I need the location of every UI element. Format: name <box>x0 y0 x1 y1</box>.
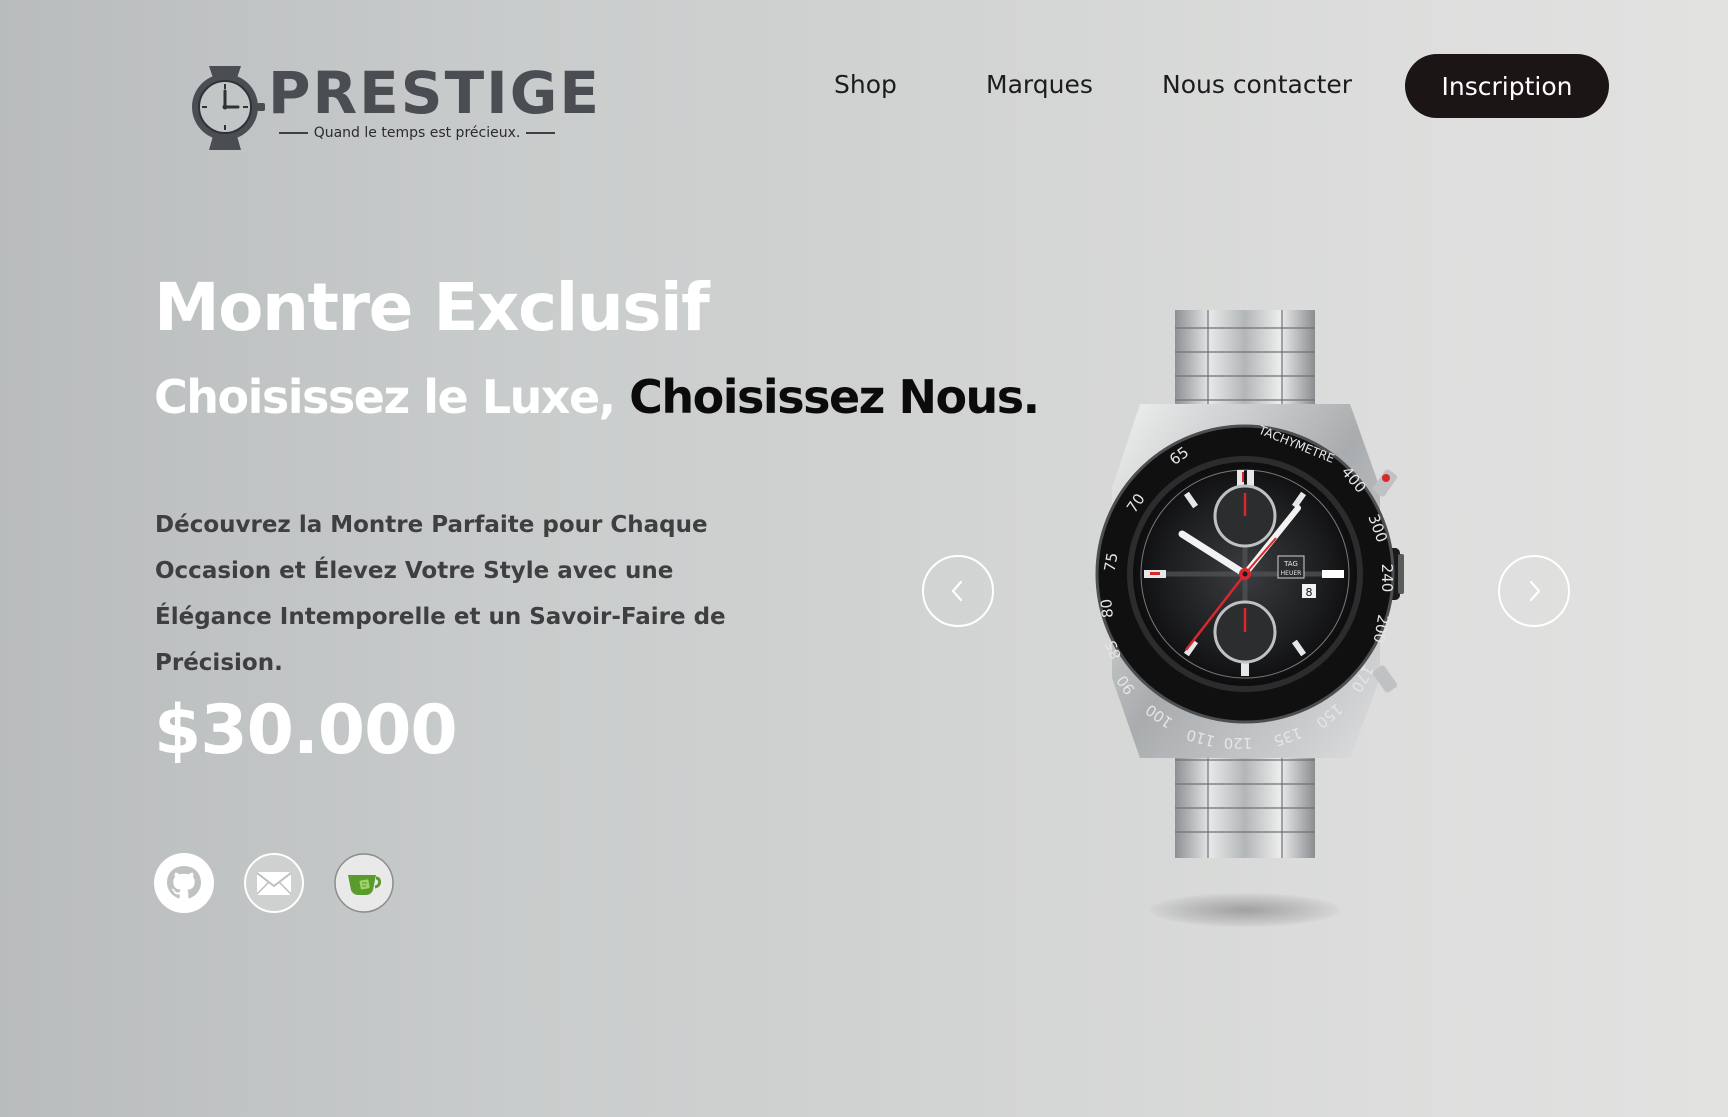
logo-wordmark: PRESTIGE <box>268 59 601 127</box>
chevron-left-icon <box>951 580 963 602</box>
nav-contact-link[interactable]: Nous contacter <box>1162 70 1352 99</box>
svg-text:120: 120 <box>1224 734 1253 752</box>
mail-icon[interactable] <box>244 853 304 913</box>
product-watch-image: 65 70 75 80 85 90 100 110 120 135 150 17… <box>1095 310 1404 858</box>
hero-subtitle: Choisissez le Luxe, Choisissez Nous. <box>154 370 1040 424</box>
svg-text:HEUER: HEUER <box>1281 570 1302 577</box>
hero-subtitle-dark: Choisissez Nous. <box>629 370 1040 424</box>
svg-text:TAG: TAG <box>1283 560 1298 568</box>
hero-title: Montre Exclusif <box>154 269 710 346</box>
product-price: $30.000 <box>154 691 458 770</box>
brand-logo[interactable]: PRESTIGE Quand le temps est précieux. <box>183 60 599 156</box>
hero-subtitle-light: Choisissez le Luxe, <box>154 370 616 424</box>
hero-description: Découvrez la Montre Parfaite pour Chaque… <box>155 512 726 676</box>
bracelet-top <box>1175 310 1315 418</box>
landing-page: PRESTIGE Quand le temps est précieux. Sh… <box>0 0 1728 1117</box>
logo-tagline-row: Quand le temps est précieux. <box>279 125 556 141</box>
svg-text:240: 240 <box>1378 564 1396 593</box>
github-icon[interactable] <box>154 853 214 913</box>
tea-cup-icon[interactable] <box>334 853 394 913</box>
watch-date: 8 <box>1306 586 1313 599</box>
nav-marques-link[interactable]: Marques <box>986 70 1093 99</box>
svg-text:75: 75 <box>1101 551 1122 573</box>
nav-shop-link[interactable]: Shop <box>834 70 897 99</box>
inscription-button[interactable]: Inscription <box>1405 54 1609 118</box>
watch-logo-icon <box>192 66 265 150</box>
svg-text:80: 80 <box>1097 598 1117 619</box>
watch-shadow <box>1150 893 1340 927</box>
carousel-next-button[interactable] <box>1498 555 1570 627</box>
tagline-rule-right <box>526 132 556 134</box>
chevron-right-icon <box>1529 580 1541 602</box>
watch-brand-badge: TAG HEUER <box>1277 555 1305 579</box>
carousel-prev-button[interactable] <box>922 555 994 627</box>
logo-tagline: Quand le temps est précieux. <box>313 125 521 141</box>
tagline-rule-left <box>279 132 308 134</box>
